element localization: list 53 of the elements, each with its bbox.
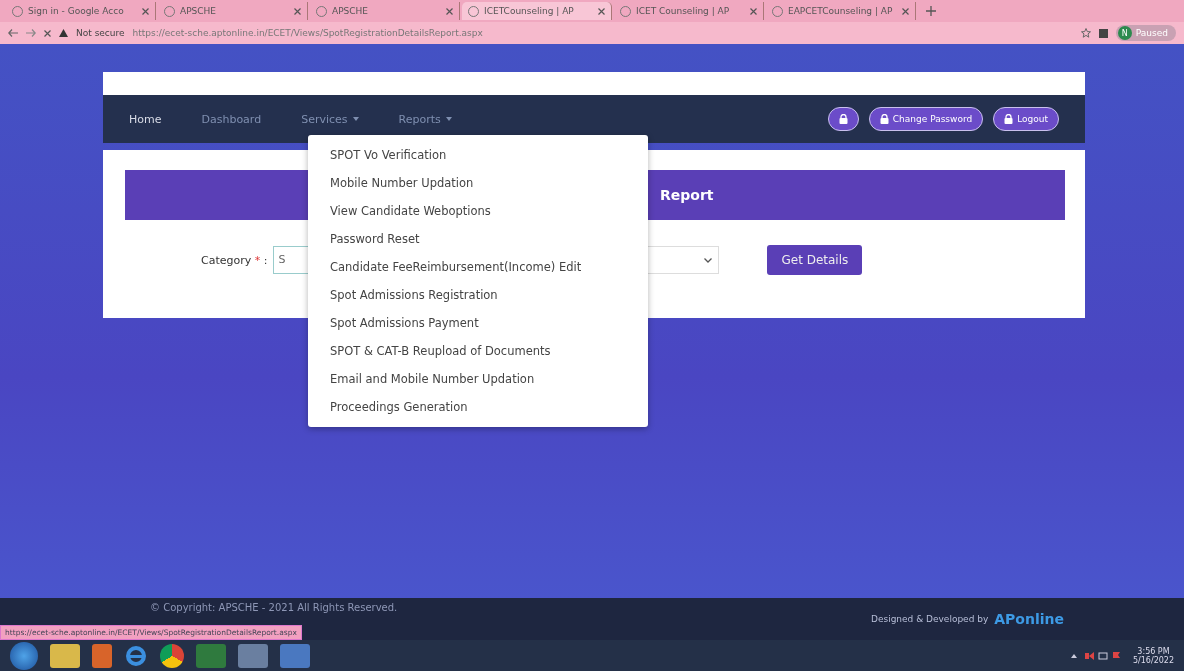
clock: 3:56 PM 5/16/2022 [1132, 646, 1174, 665]
start-icon[interactable] [10, 641, 38, 670]
nav-button[interactable]: Change Password [868, 107, 984, 131]
close-icon[interactable] [750, 7, 757, 15]
forward-icon[interactable] [26, 29, 36, 37]
nav-link[interactable]: Home [129, 112, 162, 126]
lock-icon [879, 114, 889, 124]
caret-icon [445, 117, 452, 121]
menu-item[interactable]: Email and Mobile Number Updation [308, 365, 648, 393]
lock-button[interactable] [827, 107, 859, 131]
browser-icon[interactable] [124, 643, 148, 668]
menu-item[interactable]: Spot Admissions Registration [308, 281, 648, 309]
lock-icon [838, 114, 848, 124]
menu-item[interactable]: Proceedings Generation [308, 393, 648, 421]
menu-item[interactable]: Spot Admissions Payment [308, 309, 648, 337]
warning-icon [59, 29, 68, 37]
security-label: Not secure [76, 28, 125, 38]
close-icon[interactable] [902, 7, 909, 15]
close-icon[interactable] [294, 7, 301, 15]
close-icon[interactable] [142, 7, 149, 15]
menu-item[interactable]: Mobile Number Updation [308, 169, 648, 197]
browser-tab[interactable]: ICET Counseling | AP [614, 2, 764, 20]
menu-item[interactable]: Password Reset [308, 225, 648, 253]
caret-icon [352, 117, 359, 121]
menu-item[interactable]: View Candidate Weboptions [308, 197, 648, 225]
browser-tab[interactable]: EAPCETCounseling | AP [766, 2, 916, 20]
star-icon[interactable] [1080, 28, 1091, 38]
close-icon[interactable] [598, 7, 605, 15]
copyright-text: © Copyright: APSCHE - 2021 All Rights Reserved. [150, 602, 398, 613]
category-label: Category * : [201, 253, 268, 267]
nav-link[interactable]: Dashboard [201, 112, 262, 126]
back-icon[interactable] [8, 29, 18, 37]
browser-tab[interactable]: APSCHE [310, 2, 460, 20]
report-title: Report [660, 187, 714, 203]
chevron-icon [704, 257, 713, 263]
logo: APonline [994, 611, 1064, 627]
nav-link[interactable]: Reports [398, 112, 452, 126]
menu-item[interactable]: SPOT Vo Verification [308, 141, 648, 169]
close-icon[interactable] [446, 7, 453, 15]
window-icon[interactable] [1098, 28, 1108, 38]
browser-tab[interactable]: ICETCounseling | AP [462, 2, 612, 20]
profile-button[interactable]: N Paused [1115, 25, 1176, 41]
browser-tab[interactable]: Sign in - Google Acco [6, 2, 156, 20]
menu-item[interactable]: Candidate FeeReimbursement(Income) Edit [308, 253, 648, 281]
tray-icons[interactable] [1070, 650, 1121, 661]
browser-tab[interactable]: APSCHE [158, 2, 308, 20]
lock-icon [1004, 114, 1014, 124]
menu-item[interactable]: SPOT & CAT-B Reupload of Documents [308, 337, 648, 365]
nav-link[interactable]: Services [301, 112, 359, 126]
get-details-button[interactable]: Get Details [767, 245, 863, 275]
close-icon[interactable] [44, 29, 51, 37]
credit-text: Designed & Developed by [871, 614, 989, 624]
nav-button[interactable]: Logout [993, 107, 1059, 131]
